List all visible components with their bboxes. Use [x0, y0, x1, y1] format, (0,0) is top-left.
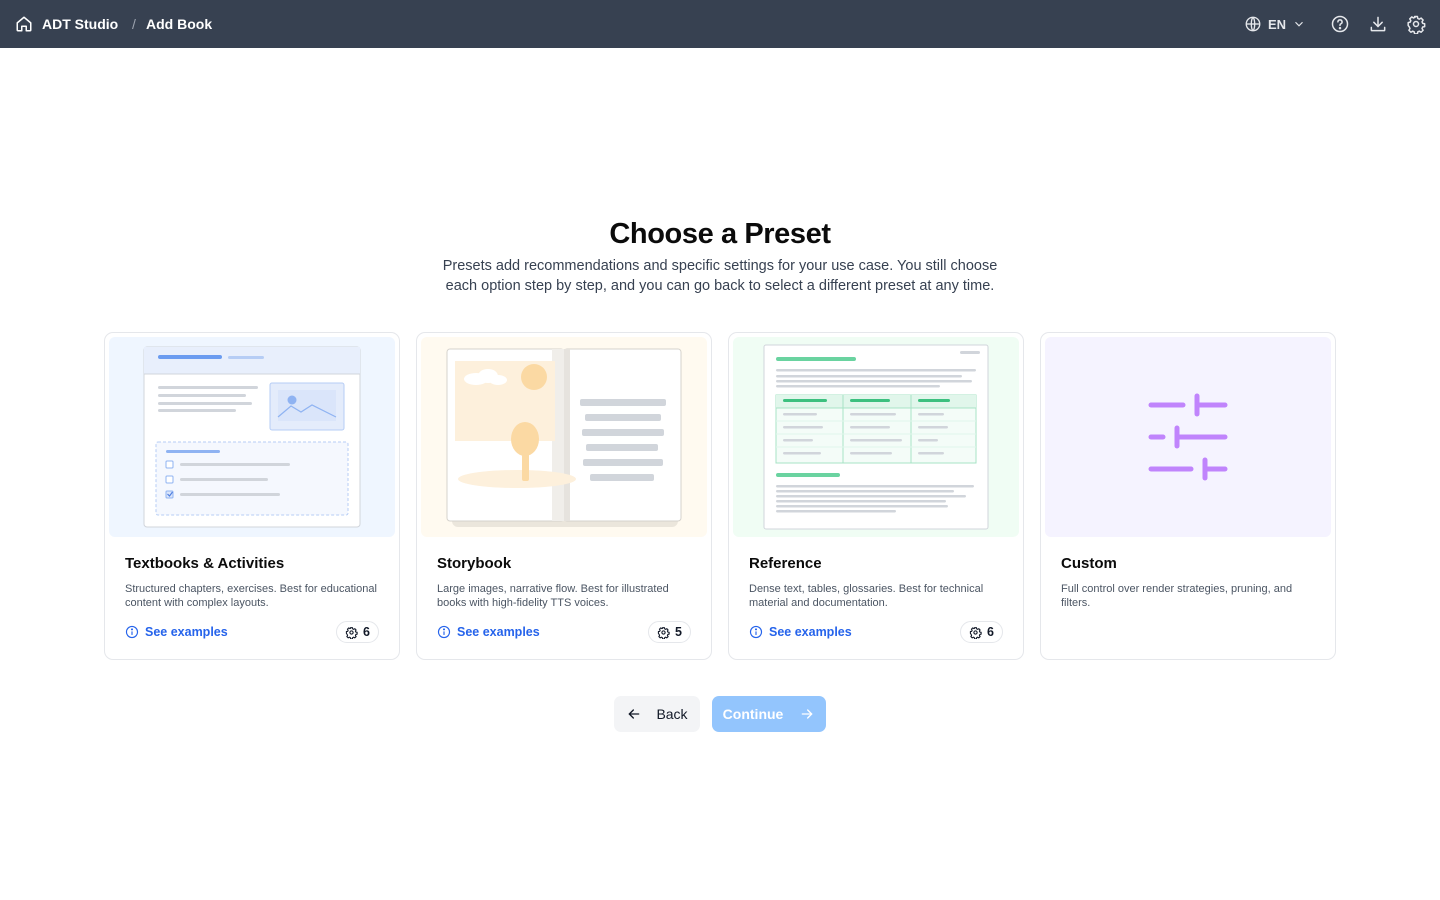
see-examples-label: See examples	[457, 625, 540, 639]
settings-count: 6	[987, 625, 994, 639]
preset-title: Custom	[1061, 555, 1117, 572]
arrow-left-icon	[629, 709, 640, 719]
preset-description: Large images, narrative flow. Best for i…	[437, 583, 669, 609]
textbook-illustration	[109, 337, 395, 537]
home-icon[interactable]	[15, 15, 33, 33]
info-icon	[125, 625, 139, 639]
preset-card-reference[interactable]: Reference Dense text, tables, glossaries…	[728, 332, 1024, 660]
settings-count: 5	[675, 625, 682, 639]
preset-description: Full control over render strategies, pru…	[1061, 583, 1293, 609]
settings-icon	[969, 626, 982, 639]
storybook-illustration	[421, 337, 707, 537]
preset-card-custom[interactable]: Custom Full control over render strategi…	[1040, 332, 1336, 660]
language-label: EN	[1268, 16, 1287, 32]
custom-illustration	[1045, 337, 1331, 537]
preset-card-textbooks[interactable]: Textbooks & Activities Structured chapte…	[104, 332, 400, 660]
settings-count: 6	[363, 625, 370, 639]
preset-title: Textbooks & Activities	[125, 555, 285, 572]
download-icon[interactable]	[1368, 14, 1388, 34]
see-examples-link[interactable]: See examples	[749, 623, 852, 641]
preset-description: Structured chapters, exercises. Best for…	[125, 583, 377, 609]
globe-icon	[1245, 16, 1261, 32]
see-examples-label: See examples	[145, 625, 228, 639]
settings-icon	[657, 626, 670, 639]
continue-button[interactable]: Continue	[712, 696, 826, 732]
chevron-down-icon	[1295, 21, 1303, 27]
top-bar: ADT Studio / Add Book EN	[0, 0, 1440, 48]
help-icon[interactable]	[1330, 14, 1350, 34]
see-examples-label: See examples	[769, 625, 852, 639]
back-label: Back	[656, 706, 688, 722]
preset-title: Storybook	[437, 555, 512, 572]
preset-title: Reference	[749, 555, 822, 572]
see-examples-link[interactable]: See examples	[437, 623, 540, 641]
language-selector[interactable]: EN	[1244, 14, 1306, 34]
arrow-right-icon	[801, 709, 813, 719]
sliders-icon	[1148, 393, 1228, 481]
settings-icon	[345, 626, 358, 639]
settings-count-badge: 5	[648, 621, 691, 643]
breadcrumb-current-page: Add Book	[146, 16, 213, 32]
info-icon	[437, 625, 451, 639]
settings-icon[interactable]	[1406, 14, 1426, 34]
continue-label: Continue	[722, 706, 784, 722]
page-subtitle: Presets add recommendations and specific…	[442, 258, 998, 294]
breadcrumb-app[interactable]: ADT Studio	[42, 15, 118, 33]
back-button[interactable]: Back	[614, 696, 700, 732]
reference-illustration	[733, 337, 1019, 537]
settings-count-badge: 6	[960, 621, 1003, 643]
see-examples-link[interactable]: See examples	[125, 623, 228, 641]
preset-card-storybook[interactable]: Storybook Large images, narrative flow. …	[416, 332, 712, 660]
info-icon	[749, 625, 763, 639]
breadcrumb-separator: /	[132, 16, 136, 32]
preset-description: Dense text, tables, glossaries. Best for…	[749, 583, 984, 609]
settings-count-badge: 6	[336, 621, 379, 643]
page-title: Choose a Preset	[609, 218, 831, 250]
